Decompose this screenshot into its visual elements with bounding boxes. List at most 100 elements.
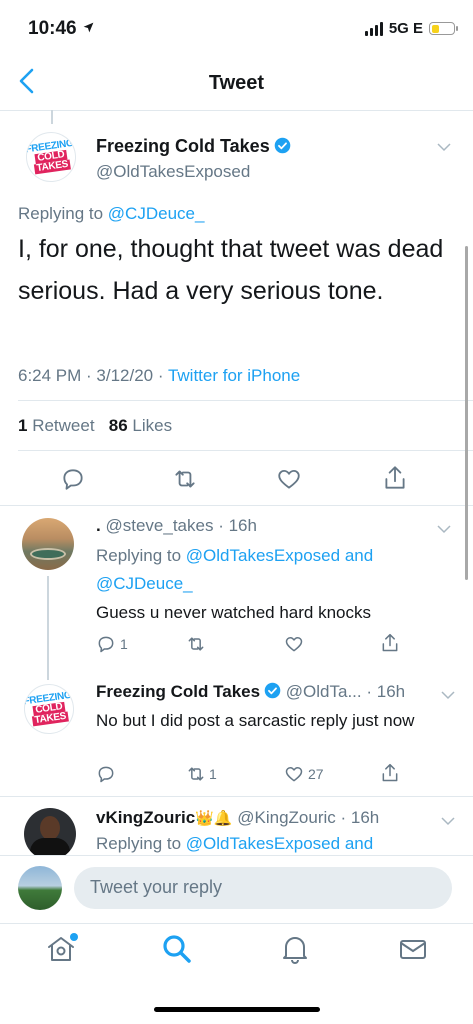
tweet-timestamp: 6:24 PM · 3/12/20 · xyxy=(18,366,168,385)
reply-count: 1 xyxy=(120,636,128,652)
scrollbar[interactable] xyxy=(465,246,468,580)
reply-menu[interactable] xyxy=(435,520,453,543)
reply-icon xyxy=(98,636,114,653)
reply-replying-to: Replying to @OldTakesExposed and xyxy=(96,834,373,854)
thread-line xyxy=(47,576,49,680)
reply-text: No but I did post a sarcastic reply just… xyxy=(96,711,415,730)
divider xyxy=(0,796,473,797)
tweet-source-link[interactable]: Twitter for iPhone xyxy=(168,366,300,385)
reply-avatar-fct[interactable]: FREEZING COLD TAKES xyxy=(20,680,78,738)
like-count: 27 xyxy=(308,766,324,782)
share-icon xyxy=(382,763,398,782)
heart-icon xyxy=(285,637,303,652)
reply-reply-button[interactable]: 1 xyxy=(96,634,128,654)
replying-handle-link[interactable]: @CJDeuce_ xyxy=(108,204,205,223)
replying-handle-link[interactable]: @OldTakesExposed xyxy=(186,546,340,565)
retweet-button[interactable] xyxy=(172,466,198,492)
status-time: 10:46 xyxy=(28,18,95,40)
tweet-stats: 1 Retweet 86 Likes xyxy=(18,416,172,436)
replying-label: Replying to xyxy=(96,834,182,853)
page-title: Tweet xyxy=(208,72,265,94)
like-button[interactable] xyxy=(276,466,302,492)
reply-share-button[interactable] xyxy=(380,762,400,789)
thread-line xyxy=(51,110,53,124)
retweet-icon xyxy=(188,767,204,781)
reply-reply-button[interactable] xyxy=(96,764,116,789)
chevron-down-icon xyxy=(441,691,455,700)
replying-and-others[interactable]: and xyxy=(345,834,373,853)
tab-messages[interactable] xyxy=(396,932,430,971)
replying-and-others[interactable]: and xyxy=(345,546,373,565)
retweets-stat[interactable]: 1 Retweet xyxy=(18,416,95,435)
replying-label: Replying to xyxy=(18,204,104,223)
main-tweet-meta: 6:24 PM · 3/12/20 · Twitter for iPhone xyxy=(18,366,300,386)
retweets-count: 1 xyxy=(18,416,28,435)
reply-author-handle[interactable]: @steve_takes xyxy=(105,516,213,535)
logo-text-3: TAKES xyxy=(32,710,69,727)
main-tweet-menu[interactable] xyxy=(435,138,453,161)
reply-share-button[interactable] xyxy=(380,632,400,659)
reply-time: · 16h xyxy=(340,808,380,827)
reply-retweet-button[interactable] xyxy=(186,634,206,659)
divider xyxy=(18,400,473,401)
battery-icon xyxy=(429,22,458,35)
status-time-text: 10:46 xyxy=(28,18,77,39)
location-arrow-icon xyxy=(83,22,94,33)
retweet-count: 1 xyxy=(209,766,217,782)
reply-replying-to: Replying to @OldTakesExposed and @CJDeuc… xyxy=(96,542,436,598)
likes-label: Likes xyxy=(132,416,173,435)
main-avatar[interactable]: FREEZING COLD TAKES xyxy=(22,128,80,186)
chevron-down-icon xyxy=(441,817,455,826)
main-author-name[interactable]: Freezing Cold Takes xyxy=(96,136,291,157)
reply-button[interactable] xyxy=(60,466,86,492)
replying-handle-link[interactable]: @OldTakesExposed xyxy=(186,834,340,853)
main-replying-to: Replying to @CJDeuce_ xyxy=(18,204,204,224)
share-icon xyxy=(382,633,398,652)
main-author-handle[interactable]: @OldTakesExposed xyxy=(96,162,250,182)
likes-count: 86 xyxy=(108,416,128,435)
reply-header: . @steve_takes · 16h xyxy=(96,516,257,536)
mail-icon xyxy=(400,940,426,959)
heart-icon xyxy=(285,767,303,782)
share-button[interactable] xyxy=(382,464,408,490)
reply-avatar-kingzouric[interactable] xyxy=(24,808,76,860)
tab-home[interactable] xyxy=(44,932,78,971)
retweet-icon xyxy=(188,637,204,651)
reply-retweet-button[interactable]: 1 xyxy=(186,764,217,784)
logo-text-3: TAKES xyxy=(34,158,71,175)
reply-author-name[interactable]: . xyxy=(96,516,101,535)
name-emoji: 👑🔔 xyxy=(195,810,233,827)
reply-author-handle[interactable]: @OldTa... xyxy=(286,682,362,701)
reply-icon xyxy=(63,469,83,490)
reply-like-button[interactable] xyxy=(284,634,304,659)
reply-author-handle[interactable]: @KingZouric xyxy=(237,808,336,827)
search-icon xyxy=(163,935,191,963)
reply-header: Freezing Cold Takes @OldTa... · 16h xyxy=(96,682,405,702)
retweets-label: Retweet xyxy=(32,416,95,435)
chevron-down-icon xyxy=(437,143,451,152)
likes-stat[interactable]: 86 Likes xyxy=(109,416,172,435)
reply-author-name[interactable]: vKingZouric xyxy=(96,808,195,827)
share-icon xyxy=(385,466,405,489)
reply-header: vKingZouric👑🔔 @KingZouric · 16h xyxy=(96,808,379,828)
replying-label: Replying to xyxy=(96,546,182,565)
tab-notifications[interactable] xyxy=(278,932,312,971)
reply-like-button[interactable]: 27 xyxy=(284,764,324,784)
reply-input[interactable]: Tweet your reply xyxy=(74,867,452,909)
reply-author-name[interactable]: Freezing Cold Takes xyxy=(96,682,260,701)
reply-menu[interactable] xyxy=(439,812,457,835)
face-shape xyxy=(40,816,60,840)
reply-avatar-steve[interactable] xyxy=(22,518,74,570)
reply-menu[interactable] xyxy=(439,686,457,709)
heart-icon xyxy=(278,469,300,489)
network-label: 5G E xyxy=(388,20,423,37)
tab-search[interactable] xyxy=(160,932,194,971)
verified-icon xyxy=(274,137,291,154)
user-avatar[interactable] xyxy=(18,866,62,910)
chevron-down-icon xyxy=(437,525,451,534)
divider xyxy=(0,505,473,506)
reply-icon xyxy=(98,766,114,783)
replying-handle-link[interactable]: @CJDeuce_ xyxy=(96,574,193,593)
status-indicators: 5G E xyxy=(364,20,458,37)
retweet-icon xyxy=(175,470,195,488)
